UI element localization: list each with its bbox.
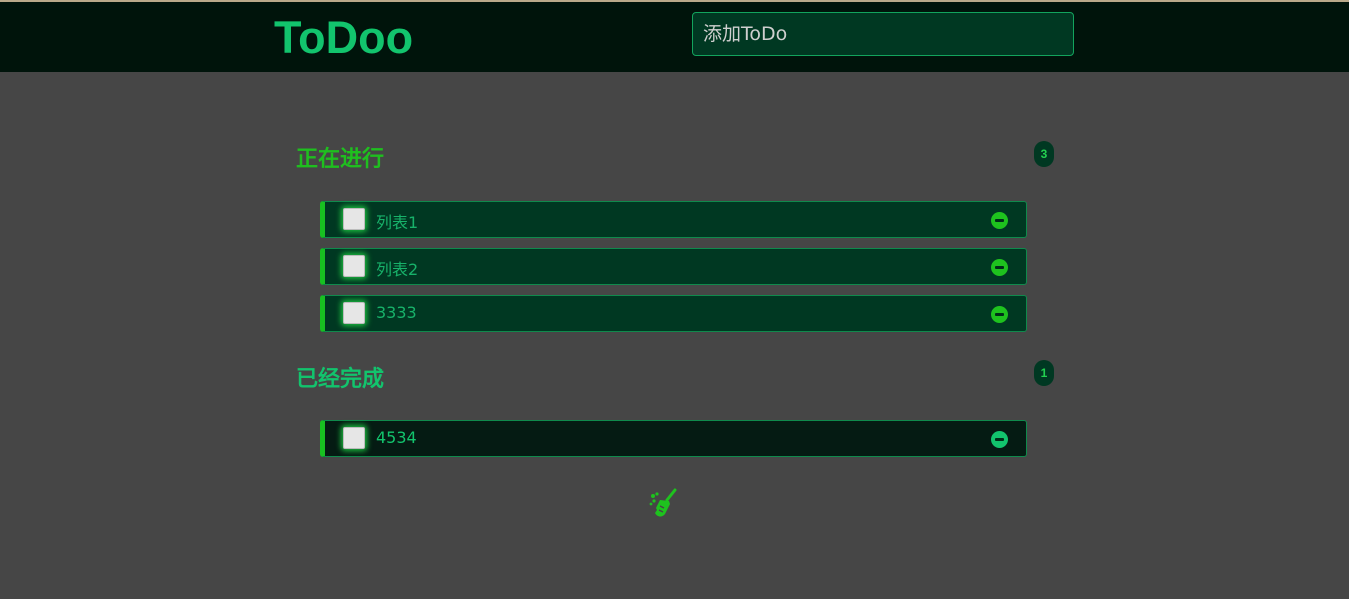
todo-item-text[interactable]: 列表1 [376,209,418,233]
remove-icon[interactable] [991,212,1008,229]
done-item[interactable]: 4534 [320,420,1027,457]
add-todo-input[interactable] [692,12,1074,56]
todo-item-text[interactable]: 列表2 [376,256,418,280]
remove-icon[interactable] [991,306,1008,323]
todo-checkbox[interactable] [343,255,365,277]
done-item-text[interactable]: 4534 [376,428,417,447]
todo-checkbox[interactable] [343,302,365,324]
broom-icon[interactable] [648,488,680,520]
doing-section-title: 正在进行 [296,146,385,172]
header-bar: ToDoo [0,2,1349,72]
todo-item[interactable]: 3333 [320,295,1027,332]
todo-checkbox[interactable] [343,208,365,230]
app-logo: ToDoo [274,12,414,63]
todo-item-text[interactable]: 3333 [376,303,417,322]
done-count-badge: 1 [1034,360,1054,386]
done-checkbox[interactable] [343,427,365,449]
doing-count-badge: 3 [1034,141,1054,167]
remove-icon[interactable] [991,431,1008,448]
todo-item[interactable]: 列表2 [320,248,1027,285]
remove-icon[interactable] [991,259,1008,276]
done-section-title: 已经完成 [296,366,385,392]
todo-item[interactable]: 列表1 [320,201,1027,238]
